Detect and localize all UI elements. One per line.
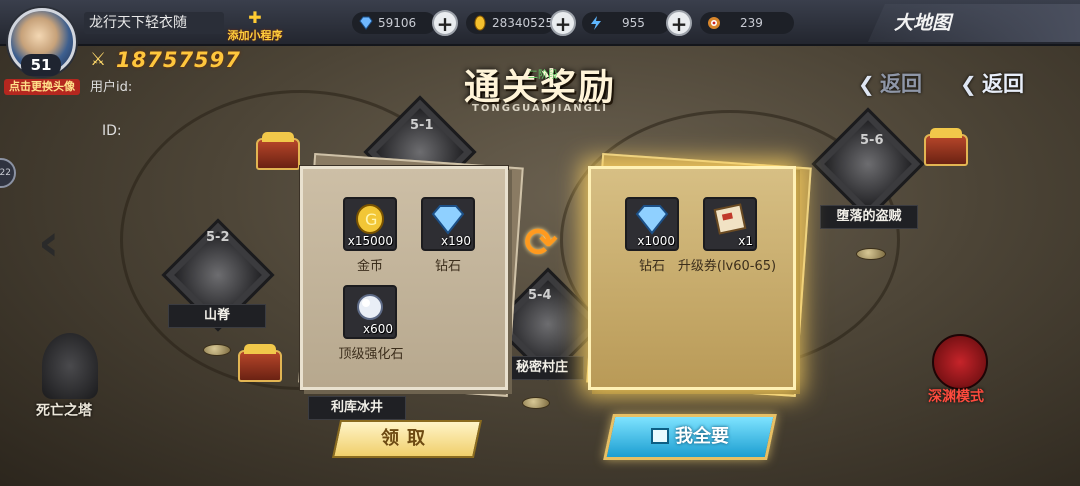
reward-panel-left[interactable]: G x15000 金币 x190 钻石 x600 顶级强化石 <box>300 166 508 390</box>
abyss-mode-label: 深渊模式 <box>928 389 984 405</box>
add-energy-button[interactable]: + <box>666 10 692 36</box>
want-all-label: 我全要 <box>675 426 729 447</box>
change-avatar-button[interactable]: 点击更换头像 <box>4 79 80 95</box>
video-play-icon <box>651 428 669 444</box>
stage-number: 5-4 <box>528 288 552 303</box>
swap-icon[interactable]: ⟳ <box>516 218 566 268</box>
gold-value: 28340525 <box>492 16 554 30</box>
mini-program-icon: ✚ <box>248 8 262 27</box>
treasure-chest-icon[interactable] <box>924 128 968 166</box>
diamond-value: 59106 <box>378 16 417 30</box>
stage-number: 5-1 <box>410 118 434 133</box>
death-tower-label: 死亡之塔 <box>36 403 92 419</box>
world-map-button[interactable]: 大地图 <box>868 4 1080 42</box>
stage-name: 秘密村庄 <box>500 356 584 380</box>
reward-panel-right[interactable]: x1000 钻石 x1 升级券(lv60-65) <box>588 166 796 390</box>
gold-coin-icon <box>474 15 486 31</box>
treasure-chest-icon[interactable] <box>238 344 282 382</box>
target-value: 239 <box>740 16 763 30</box>
stage-number: 5-6 <box>860 133 884 148</box>
treasure-chest-icon[interactable] <box>256 132 300 170</box>
gold-coin-icon: G <box>356 204 384 234</box>
stage-number: 5-2 <box>206 230 230 245</box>
back-label: 返回 <box>880 72 922 96</box>
target-counter: 239 <box>700 12 794 34</box>
map-stone <box>856 248 886 260</box>
back-button-dim[interactable]: ❮ 返回 <box>858 68 922 100</box>
phase-tag: 二阶段 <box>528 70 558 81</box>
item-quantity: x600 <box>362 322 393 336</box>
chevron-left-icon: ❮ <box>858 72 875 96</box>
reward-item[interactable]: G x15000 <box>343 197 397 251</box>
item-quantity: x1000 <box>637 234 675 248</box>
item-quantity: x15000 <box>347 234 393 248</box>
item-name: 升级券(lv60-65) <box>677 259 777 274</box>
map-background: 5-2 山脊 5-1 5-4 秘密村庄 利库冰井 5-6 堕落的盗贼 ‹ 死亡之… <box>0 0 1080 486</box>
enhance-stone-icon <box>357 294 383 320</box>
energy-counter: 955 <box>582 12 670 34</box>
add-diamond-button[interactable]: + <box>432 10 458 36</box>
reward-item[interactable]: x190 <box>421 197 475 251</box>
want-all-button[interactable]: 我全要 <box>603 414 777 460</box>
player-name: 龙行天下轻衣随 <box>84 12 224 34</box>
energy-icon <box>591 16 601 30</box>
stage-name: 堕落的盗贼 <box>820 205 918 229</box>
target-icon <box>708 17 720 29</box>
diamond-counter: 59106 <box>352 12 436 34</box>
item-name: 钻石 <box>434 259 461 274</box>
death-tower-icon[interactable] <box>42 333 98 399</box>
diamond-icon <box>431 205 465 235</box>
reward-item[interactable]: x1000 <box>625 197 679 251</box>
mini-program-label: 添加小程序 <box>227 29 283 42</box>
svg-text:G: G <box>365 210 377 229</box>
chevron-left-icon[interactable]: ‹ <box>38 217 80 269</box>
item-name: 顶级强化石 <box>338 347 404 362</box>
map-stone <box>522 397 550 409</box>
back-button[interactable]: ❮ 返回 <box>960 68 1024 100</box>
reward-item[interactable]: x1 <box>703 197 757 251</box>
energy-value: 955 <box>622 16 645 30</box>
map-stone <box>203 344 231 356</box>
claim-label: 领取 <box>381 428 433 449</box>
upgrade-ticket-icon <box>713 203 747 235</box>
diamond-icon <box>635 205 669 235</box>
player-level: 51 <box>21 54 61 76</box>
user-id-label: 用户id: <box>90 80 133 95</box>
add-gold-button[interactable]: + <box>550 10 576 36</box>
gold-counter: 28340525 <box>466 12 554 34</box>
id-label: ID: <box>102 123 122 139</box>
chevron-left-icon: ❮ <box>960 72 977 96</box>
item-quantity: x1 <box>738 234 753 248</box>
dialog-subtitle: TONGGUANJIANGLI <box>472 103 608 114</box>
add-mini-program-button[interactable]: ✚ 添加小程序 <box>222 8 288 43</box>
item-name: 金币 <box>356 259 383 274</box>
abyss-mode-icon[interactable] <box>932 334 988 390</box>
claim-button[interactable]: 领取 <box>331 420 483 458</box>
crossed-swords-icon: ⚔ <box>90 49 107 70</box>
diamond-icon <box>359 16 373 30</box>
stage-name: 利库冰井 <box>308 396 406 420</box>
reward-item[interactable]: x600 <box>343 285 397 339</box>
item-quantity: x190 <box>440 234 471 248</box>
combat-power: 18757597 <box>116 48 241 72</box>
back-label: 返回 <box>982 72 1024 96</box>
side-tab[interactable]: 22 <box>0 158 16 188</box>
stage-name: 山脊 <box>168 304 266 328</box>
